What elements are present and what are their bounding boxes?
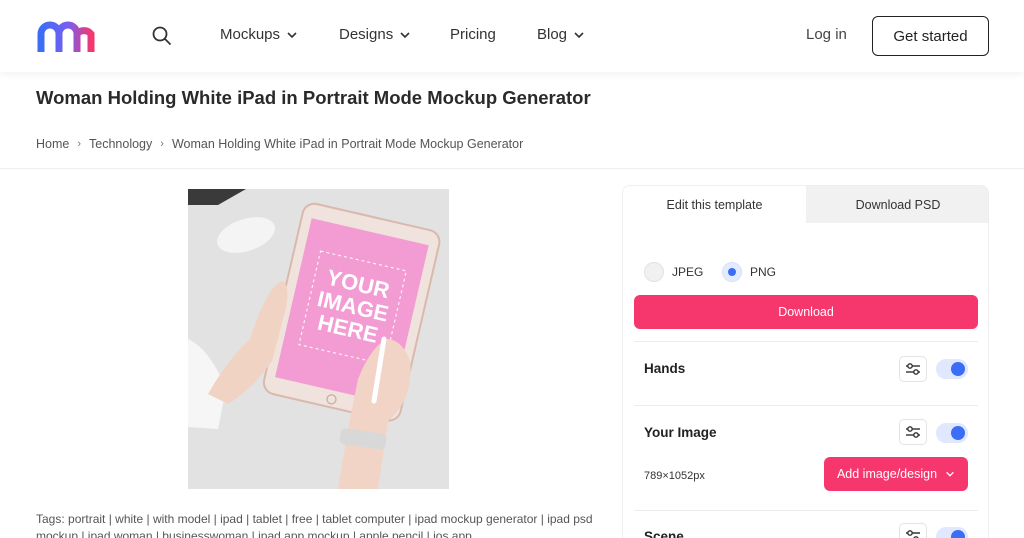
breadcrumb-technology[interactable]: Technology [89,137,152,151]
chevron-down-icon [287,31,297,38]
sliders-icon [906,530,920,538]
chevron-down-icon [946,471,954,477]
nav-mockups-label: Mockups [220,26,281,43]
mockup-preview[interactable]: YOUR IMAGE HERE [188,189,449,489]
editor-panel: Edit this template Download PSD JPEG PNG… [622,185,989,538]
toggle-hands[interactable] [936,359,968,379]
page-title: Woman Holding White iPad in Portrait Mod… [36,87,591,108]
radio-png[interactable] [722,262,742,282]
nav-designs-label: Designs [339,26,394,43]
search-icon[interactable] [150,24,174,48]
radio-jpeg[interactable] [644,262,664,282]
breadcrumb-home[interactable]: Home [36,137,69,151]
add-image-label: Add image/design [836,467,938,481]
site-header: Mockups Designs Pricing Blog Log in Get … [0,0,1024,72]
mockup-illustration: YOUR IMAGE HERE [188,189,449,489]
chevron-down-icon [400,31,410,38]
layer-title-your-image: Your Image [644,425,717,440]
tab-edit-template[interactable]: Edit this template [623,186,806,223]
layer-title-hands: Hands [644,361,686,376]
format-option-jpeg[interactable]: JPEG [644,262,703,282]
image-dimensions: 789×1052px [644,470,705,482]
format-label-png: PNG [750,265,777,279]
nav-mockups[interactable]: Mockups [220,26,298,43]
nav-blog-label: Blog [537,26,568,43]
chevron-right-icon: › [77,138,82,150]
nav-blog[interactable]: Blog [537,26,585,43]
format-option-png[interactable]: PNG [722,262,776,282]
divider [0,168,1024,169]
get-started-button[interactable]: Get started [872,16,989,56]
adjust-hands-button[interactable] [899,356,927,382]
divider [634,510,978,511]
layer-title-scene: Scene [644,529,684,538]
toggle-scene[interactable] [936,527,968,538]
adjust-image-button[interactable] [899,419,927,445]
toggle-your-image[interactable] [936,423,968,443]
nav-pricing[interactable]: Pricing [450,26,496,43]
breadcrumb: Home › Technology › Woman Holding White … [36,137,523,151]
divider [634,341,978,342]
chevron-right-icon: › [160,138,164,150]
tab-download-psd[interactable]: Download PSD [806,186,988,223]
logo-icon[interactable] [36,20,96,54]
format-label-jpeg: JPEG [672,265,704,279]
tags-list: Tags: portrait | white | with model | ip… [36,512,593,538]
nav-pricing-label: Pricing [450,26,496,43]
download-button[interactable]: Download [634,295,978,329]
sliders-icon [906,426,920,438]
add-image-button[interactable]: Add image/design [824,457,968,491]
chevron-down-icon [574,31,584,38]
adjust-scene-button[interactable] [899,523,927,538]
nav-designs[interactable]: Designs [339,26,411,43]
login-link[interactable]: Log in [806,26,847,43]
sliders-icon [906,363,920,375]
breadcrumb-current: Woman Holding White iPad in Portrait Mod… [171,137,524,151]
divider [634,405,978,406]
